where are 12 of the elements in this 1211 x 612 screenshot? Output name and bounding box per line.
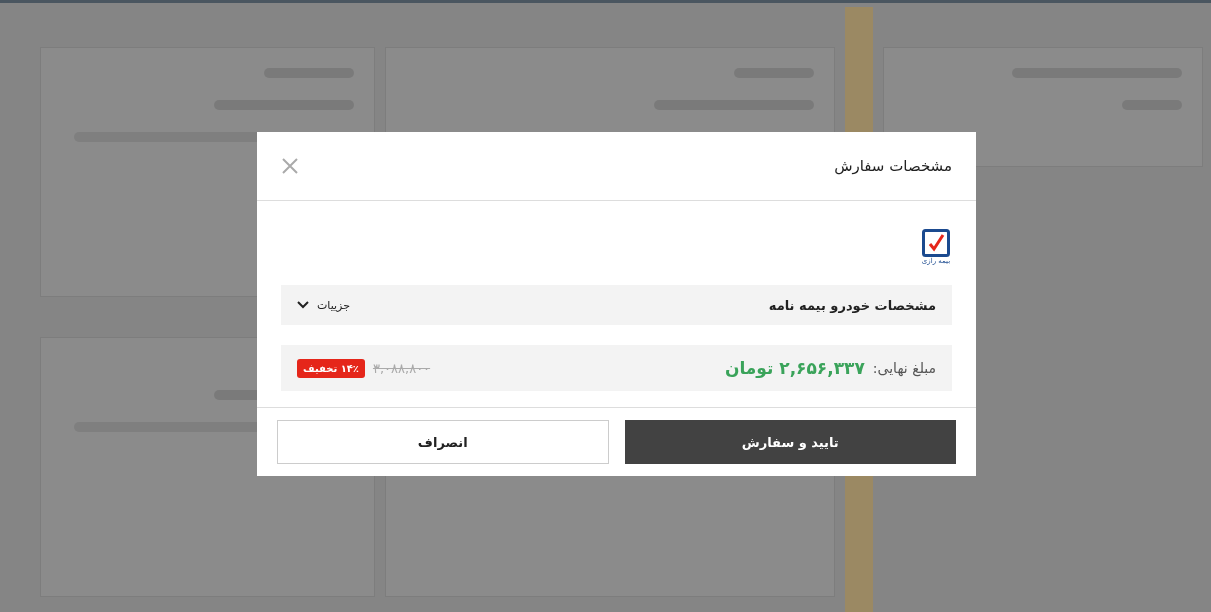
confirm-button[interactable]: تایید و سفارش <box>624 420 956 464</box>
price-label: مبلغ نهایی: <box>872 360 936 376</box>
details-toggle[interactable]: جزییات <box>297 298 350 312</box>
dialog-title: مشخصات سفارش <box>834 157 952 175</box>
chevron-down-icon <box>297 301 309 309</box>
close-button[interactable] <box>281 157 299 175</box>
original-price: ۳,۰۸۸,۸۰۰ <box>372 360 431 376</box>
final-price: ۲,۶۵۶,۳۳۷ تومان <box>724 358 865 378</box>
spec-label: مشخصات خودرو بیمه نامه <box>768 297 936 313</box>
discount-badge: ۱۴٪ تخفیف <box>297 358 365 378</box>
cancel-button[interactable]: انصراف <box>277 420 609 464</box>
close-icon <box>281 157 299 175</box>
